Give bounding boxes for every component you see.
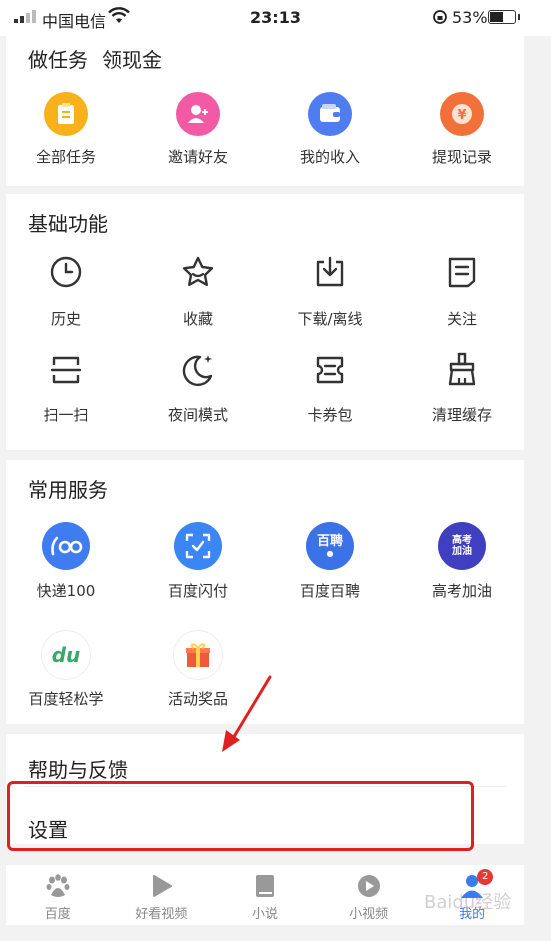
du-learn-label: 百度轻松学 <box>28 690 104 708</box>
download-offline-label: 下载/离线 <box>297 310 363 328</box>
tab-baidu-label: 百度 <box>44 907 71 922</box>
clipboard-icon <box>44 92 88 136</box>
all-tasks-label: 全部任务 <box>35 148 96 166</box>
coupon-wallet-label: 卡券包 <box>307 406 353 424</box>
kuaidi100-icon <box>42 522 90 570</box>
tab-short-video[interactable]: 小视频 <box>317 865 421 925</box>
invite-user-icon <box>176 92 220 136</box>
notification-badge: 2 <box>477 869 494 885</box>
scan-pay-icon <box>174 522 222 570</box>
invite-friends-button[interactable]: 邀请好友 <box>138 92 258 167</box>
common-services-title: 常用服务 <box>28 478 108 502</box>
baidu-pay-label: 百度闪付 <box>167 582 228 600</box>
moon-icon <box>182 355 213 387</box>
du-learn-glyph: du <box>51 643 81 667</box>
scan-button[interactable]: 扫一扫 <box>6 350 126 425</box>
night-mode-label: 夜间模式 <box>167 406 228 424</box>
task-title-do: 做任务 <box>28 48 88 72</box>
scan-icon <box>50 356 82 384</box>
baidu-baipin-button[interactable]: 百聘 ● 百度百聘 <box>270 522 390 601</box>
favorites-label: 收藏 <box>182 310 213 328</box>
clear-cache-label: 清理缓存 <box>431 406 492 424</box>
coupon-icon <box>316 356 344 384</box>
baidu-pay-button[interactable]: 百度闪付 <box>138 522 258 601</box>
my-income-label: 我的收入 <box>299 148 360 166</box>
video-icon <box>357 875 380 897</box>
history-button[interactable]: 历史 <box>6 252 126 329</box>
my-income-button[interactable]: 我的收入 <box>270 92 390 167</box>
gift-icon <box>173 630 223 680</box>
book-icon <box>255 875 274 897</box>
battery-icon <box>488 10 520 24</box>
coin-icon: ¥ <box>440 92 484 136</box>
kuaidi100-button[interactable]: 快递100 <box>6 522 126 601</box>
wallet-icon <box>308 92 352 136</box>
du-learn-icon: du <box>41 630 91 680</box>
activity-prizes-button[interactable]: 活动奖品 <box>138 630 258 709</box>
svg-text:¥: ¥ <box>457 108 466 123</box>
basic-functions-card: 基础功能 历史 收藏 下载/离线 关注 扫一扫 夜间模式 卡券包 清理缓存 <box>6 194 524 450</box>
baidu-baipin-label: 百度百聘 <box>299 582 360 600</box>
baipin-icon: 百聘 ● <box>306 522 354 570</box>
gaokao-button[interactable]: 高考加油 高考加油 <box>402 522 522 601</box>
watermark-text: Baidu经验 <box>424 892 512 913</box>
battery-percent: 53% <box>452 8 488 27</box>
status-bar: 中国电信 23:13 53% <box>0 0 551 36</box>
highlight-box <box>7 781 474 851</box>
withdraw-records-label: 提现记录 <box>431 148 492 166</box>
clear-cache-button[interactable]: 清理缓存 <box>402 350 522 425</box>
tab-haokan-video[interactable]: 好看视频 <box>110 865 214 925</box>
night-mode-button[interactable]: 夜间模式 <box>138 350 258 425</box>
play-icon <box>153 875 173 897</box>
tab-haokan-video-label: 好看视频 <box>135 907 188 922</box>
basic-functions-title: 基础功能 <box>28 212 108 236</box>
coupon-wallet-button[interactable]: 卡券包 <box>270 350 390 425</box>
gaokao-icon: 高考加油 <box>438 522 486 570</box>
scan-label: 扫一扫 <box>43 406 89 424</box>
withdraw-records-button[interactable]: ¥ 提现记录 <box>402 92 522 167</box>
common-services-card: 常用服务 快递100 百度闪付 百聘 ● 百度百聘 高考加油 高考加油 du 百… <box>6 460 524 724</box>
rotation-lock-icon <box>433 10 447 24</box>
du-learn-button[interactable]: du 百度轻松学 <box>6 630 126 709</box>
invite-friends-label: 邀请好友 <box>167 148 228 166</box>
task-title-cash: 领现金 <box>102 48 162 72</box>
kuaidi100-label: 快递100 <box>36 582 96 600</box>
clock-icon <box>50 256 82 288</box>
task-card-title: 做任务 领现金 <box>28 44 176 73</box>
baidu-paw-icon <box>46 874 70 897</box>
star-icon <box>182 256 214 286</box>
baipin-glyph: 百聘 <box>316 534 343 549</box>
tab-novel[interactable]: 小说 <box>213 865 317 925</box>
tab-novel-label: 小说 <box>251 907 278 922</box>
history-label: 历史 <box>50 310 81 328</box>
gaokao-glyph: 高考加油 <box>452 535 472 557</box>
all-tasks-button[interactable]: 全部任务 <box>6 92 126 167</box>
follow-label: 关注 <box>446 310 477 328</box>
task-card: 做任务 领现金 全部任务 邀请好友 我的收入 ¥ 提现记录 <box>6 36 524 186</box>
activity-prizes-label: 活动奖品 <box>167 690 228 708</box>
broom-icon <box>448 352 476 386</box>
tab-short-video-label: 小视频 <box>349 907 389 922</box>
download-icon <box>316 256 344 287</box>
follow-button[interactable]: 关注 <box>402 252 522 329</box>
download-offline-button[interactable]: 下载/离线 <box>270 252 390 329</box>
note-icon <box>448 257 476 288</box>
favorites-button[interactable]: 收藏 <box>138 252 258 329</box>
tab-baidu[interactable]: 百度 <box>6 865 110 925</box>
gaokao-label: 高考加油 <box>431 582 492 600</box>
help-feedback-item[interactable]: 帮助与反馈 <box>28 754 128 783</box>
